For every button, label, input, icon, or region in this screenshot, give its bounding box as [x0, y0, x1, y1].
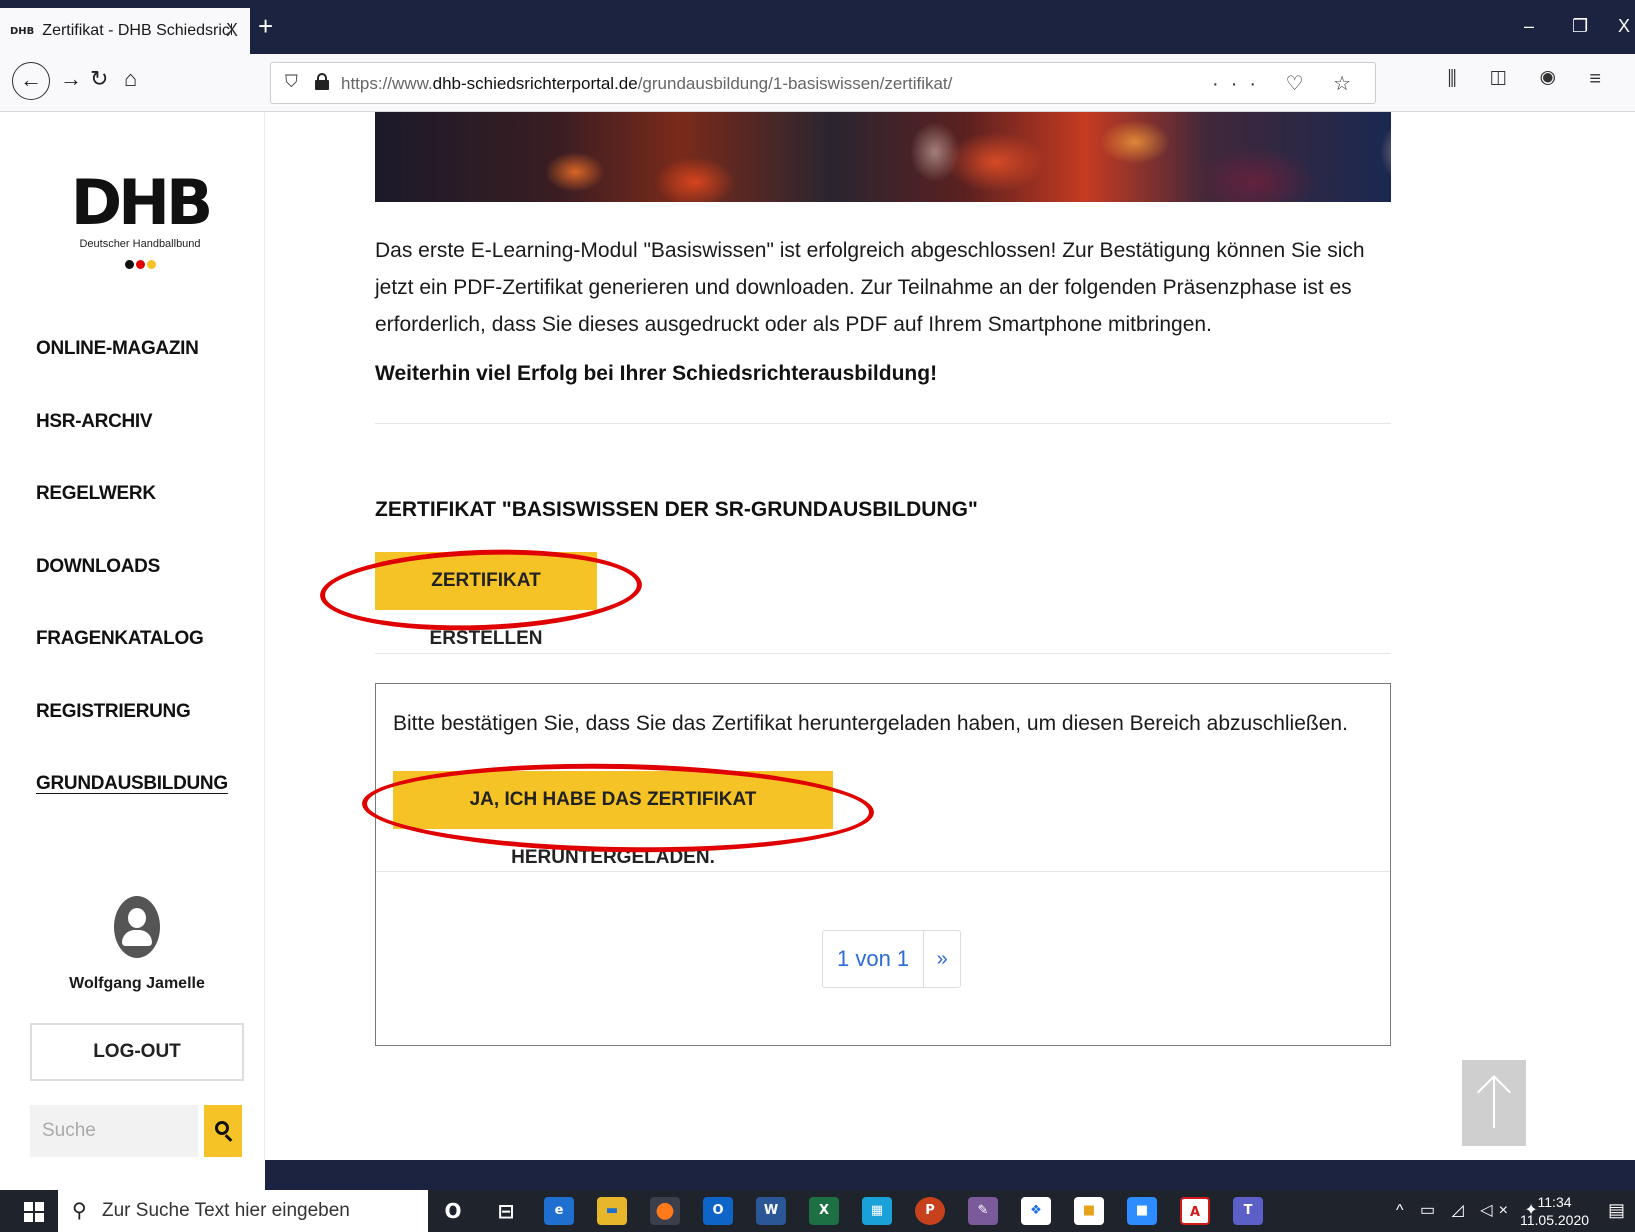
search-icon: [215, 1121, 229, 1135]
intro-text: Das erste E-Learning-Modul "Basiswissen"…: [375, 239, 1365, 336]
clock-date: 11.05.2020: [1520, 1212, 1590, 1228]
store-icon[interactable]: ■: [1074, 1197, 1104, 1225]
logo-subtitle: Deutscher Handballbund: [79, 238, 201, 250]
windows-start-icon[interactable]: [24, 1202, 44, 1222]
menu-item-regelwerk[interactable]: REGELWERK: [36, 483, 228, 556]
pagination: 1 von 1 »: [822, 930, 962, 988]
confirmation-box: Bitte bestätigen Sie, dass Sie das Zerti…: [375, 683, 1391, 1046]
browser-tab-bar: DHB Zertifikat - DHB Schiedsrichterp X +…: [0, 0, 1635, 54]
divider: [376, 871, 1390, 872]
search-button[interactable]: [204, 1105, 242, 1157]
clock-time: 11:34: [1537, 1194, 1572, 1210]
sidebar: DHB Deutscher Handballbund ONLINE-MAGAZI…: [0, 112, 265, 1160]
task-view-icon[interactable]: ⊟: [491, 1197, 521, 1225]
toolbar-icons[interactable]: ⫼ ◫ ◉ ≡: [1447, 68, 1615, 91]
dropbox-icon[interactable]: ❖: [1021, 1197, 1051, 1225]
address-bar[interactable]: ⛉ https://www.dhb-schiedsrichterportal.d…: [270, 62, 1376, 104]
excel-icon[interactable]: X: [809, 1197, 839, 1225]
url-text[interactable]: https://www.dhb-schiedsrichterportal.de/…: [341, 74, 952, 94]
confirm-download-button[interactable]: JA, ICH HABE DAS ZERTIFIKAT HERUNTERGELA…: [393, 771, 833, 868]
main-menu: ONLINE-MAGAZIN HSR-ARCHIV REGELWERK DOWN…: [36, 338, 228, 846]
taskbar-search-input[interactable]: [102, 1198, 412, 1224]
powerpoint-icon[interactable]: P: [915, 1197, 945, 1225]
acrobat-icon[interactable]: A: [1180, 1197, 1210, 1225]
dhb-favicon-icon: DHB: [10, 25, 35, 37]
menu-item-hsr-archiv[interactable]: HSR-ARCHIV: [36, 411, 228, 484]
menu-item-downloads[interactable]: DOWNLOADS: [36, 556, 228, 629]
outlook-icon[interactable]: O: [703, 1197, 733, 1225]
minimize-button[interactable]: –: [1524, 16, 1534, 37]
notification-center-icon[interactable]: ▤: [1608, 1200, 1625, 1221]
dhb-logo[interactable]: DHB Deutscher Handballbund: [50, 172, 230, 274]
good-luck-text: Weiterhin viel Erfolg bei Ihrer Schiedsr…: [375, 362, 938, 385]
firefox-icon[interactable]: ●: [650, 1197, 680, 1225]
home-button[interactable]: ⌂: [124, 66, 137, 92]
tab-title: Zertifikat - DHB Schiedsrichterp: [42, 22, 232, 39]
paint-icon[interactable]: ✎: [968, 1197, 998, 1225]
cortana-icon[interactable]: O: [438, 1197, 468, 1225]
maximize-button[interactable]: ❐: [1572, 16, 1588, 37]
edge-icon[interactable]: e: [544, 1197, 574, 1225]
user-avatar-icon: [114, 896, 160, 958]
search-input[interactable]: [30, 1105, 198, 1157]
teams-icon[interactable]: T: [1233, 1197, 1263, 1225]
divider: [375, 423, 1391, 424]
divider: [375, 653, 1391, 654]
logout-button[interactable]: LOG-OUT: [30, 1023, 244, 1081]
taskbar-search[interactable]: ⚲: [58, 1190, 428, 1232]
menu-item-grundausbildung[interactable]: GRUNDAUSBILDUNG: [36, 773, 228, 846]
user-name: Wolfgang Jamelle: [69, 975, 205, 992]
tracking-shield-icon[interactable]: ⛉: [285, 72, 298, 92]
confirmation-text: Bitte bestätigen Sie, dass Sie das Zerti…: [393, 712, 1348, 735]
browser-navigation-bar: ← → ↻ ⌂ ⛉ https://www.dhb-schiedsrichter…: [0, 54, 1635, 112]
back-button[interactable]: ←: [12, 62, 50, 100]
word-icon[interactable]: W: [756, 1197, 786, 1225]
close-window-button[interactable]: X: [1618, 16, 1630, 37]
menu-item-fragenkatalog[interactable]: FRAGENKATALOG: [36, 628, 228, 701]
windows-taskbar: ⚲ O ⊟ e ▬ ● O W X ▦ P ✎ ❖ ■ ■ A T ^ ▭ ◿ …: [0, 1190, 1635, 1232]
logo-mark: DHB: [70, 166, 214, 239]
browser-tab[interactable]: DHB Zertifikat - DHB Schiedsrichterp X: [0, 8, 250, 54]
calculator-icon[interactable]: ▦: [862, 1197, 892, 1225]
lock-icon[interactable]: [315, 73, 329, 90]
menu-item-registrierung[interactable]: REGISTRIERUNG: [36, 701, 228, 774]
page-actions-icons[interactable]: ··· ♡ ☆: [1212, 71, 1363, 96]
logo-dots: [50, 256, 230, 274]
zoom-icon[interactable]: ■: [1127, 1197, 1157, 1225]
certificate-heading: ZERTIFIKAT "BASISWISSEN DER SR-GRUNDAUSB…: [375, 498, 978, 521]
hero-image: [375, 112, 1391, 202]
reload-button[interactable]: ↻: [90, 66, 108, 92]
page-footer: [265, 1160, 1635, 1190]
menu-item-online-magazin[interactable]: ONLINE-MAGAZIN: [36, 338, 228, 411]
close-tab-icon[interactable]: X: [226, 20, 238, 41]
file-explorer-icon[interactable]: ▬: [597, 1197, 627, 1225]
taskbar-clock[interactable]: 11:34 11.05.2020: [1520, 1193, 1589, 1229]
scroll-to-top-button[interactable]: [1462, 1060, 1526, 1146]
search-icon: ⚲: [72, 1200, 87, 1222]
pagination-info[interactable]: 1 von 1: [823, 931, 925, 987]
create-certificate-button[interactable]: ZERTIFIKAT ERSTELLEN: [375, 552, 597, 649]
taskbar-apps: O ⊟ e ▬ ● O W X ▦ P ✎ ❖ ■ ■ A T: [438, 1190, 1286, 1232]
forward-button[interactable]: →: [60, 66, 82, 92]
new-tab-button[interactable]: +: [258, 13, 273, 39]
next-page-button[interactable]: »: [924, 931, 960, 987]
